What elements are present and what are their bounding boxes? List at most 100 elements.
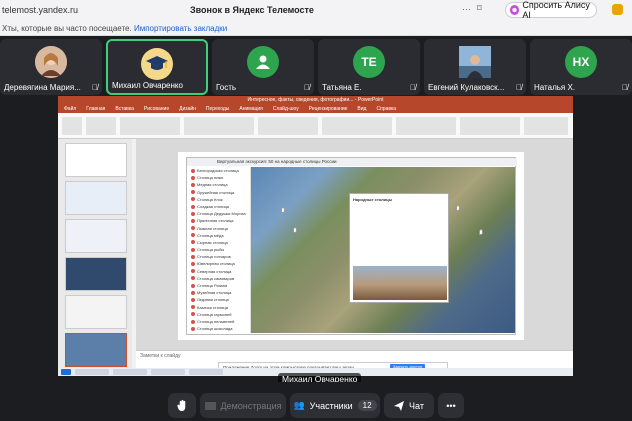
list-item[interactable]: Музейная столица bbox=[189, 289, 250, 296]
participant-name: Евгений Кулаковск... bbox=[428, 83, 505, 92]
photo-avatar-icon bbox=[35, 46, 67, 78]
screen-share-stage: Интересное, факты, сведения, фотографии.… bbox=[0, 96, 632, 386]
ribbon-tab: Анимация bbox=[239, 106, 263, 112]
participants-label: Участники bbox=[309, 400, 353, 411]
mic-off-icon: 🎙̸ bbox=[92, 83, 98, 92]
participant-name: Гость bbox=[216, 83, 237, 92]
ribbon-group bbox=[322, 117, 392, 135]
slide-thumbnail[interactable] bbox=[65, 181, 127, 215]
list-item[interactable]: Столица Дедушки Мороза bbox=[189, 210, 250, 217]
popup-photo bbox=[353, 266, 447, 300]
map-pin-icon[interactable] bbox=[281, 207, 285, 213]
ribbon-group bbox=[86, 117, 116, 135]
list-item[interactable]: Медная столица bbox=[189, 181, 250, 188]
participant-name: Михаил Овчаренко bbox=[112, 81, 183, 90]
current-slide: Виртуальная экскурсия: 50 на народные ст… bbox=[178, 152, 524, 340]
slide-thumbnail[interactable] bbox=[65, 257, 127, 291]
participants-icon: 👥 bbox=[293, 400, 305, 410]
graduation-cap-icon bbox=[146, 56, 168, 70]
list-item[interactable]: Столица шоколада bbox=[189, 325, 250, 332]
avatar bbox=[247, 46, 279, 78]
list-item[interactable]: Северная столица bbox=[189, 268, 250, 275]
raise-hand-button[interactable] bbox=[168, 393, 196, 418]
chat-label: Чат bbox=[409, 400, 424, 411]
taskbar-item[interactable] bbox=[151, 369, 185, 375]
list-item[interactable]: Столица гармоней bbox=[189, 311, 250, 318]
ribbon-group bbox=[524, 117, 568, 135]
list-item[interactable]: Столица ёлок bbox=[189, 196, 250, 203]
demo-label: Демонстрация bbox=[220, 400, 282, 411]
taskbar-item[interactable] bbox=[113, 369, 147, 375]
bookmark-icon[interactable]: ⌑ bbox=[477, 3, 482, 14]
ribbon-tab: Справка bbox=[376, 106, 397, 112]
ribbon-tab: Рецензирование bbox=[308, 106, 348, 112]
call-toolbar: Демонстрация 👥 Участники 12 Чат ••• bbox=[0, 382, 632, 421]
map-pin-icon[interactable] bbox=[293, 227, 297, 233]
slide-thumbnail[interactable] bbox=[65, 219, 127, 253]
start-icon[interactable] bbox=[61, 369, 71, 375]
screen-share-icon bbox=[204, 401, 216, 410]
slide-thumbnail[interactable] bbox=[65, 295, 127, 329]
list-item[interactable]: Оружейная столица bbox=[189, 189, 250, 196]
list-item[interactable]: Столица пельменей bbox=[189, 318, 250, 325]
map-pin-icon[interactable] bbox=[479, 229, 483, 235]
participant-tile[interactable]: Деревягина Мария... 🎙̸ bbox=[0, 39, 102, 95]
list-item[interactable]: Лыжная столица bbox=[189, 225, 250, 232]
mic-off-icon: 🎙̸ bbox=[304, 83, 310, 92]
ribbon-group bbox=[460, 117, 520, 135]
slide-thumbnail-selected[interactable] bbox=[65, 333, 127, 367]
ask-alice-label: Спросить Алису AI bbox=[522, 0, 590, 20]
ribbon-tab: Вид bbox=[357, 106, 367, 112]
import-bookmarks-link[interactable]: Импортировать закладки bbox=[134, 24, 227, 33]
participant-tile[interactable]: ТЕ Татьяна Е. 🎙̸ bbox=[318, 39, 420, 95]
extension-icon[interactable] bbox=[612, 4, 623, 15]
taskbar-item[interactable] bbox=[189, 369, 223, 375]
avatar bbox=[141, 48, 173, 80]
list-item[interactable]: Сладкая столица bbox=[189, 203, 250, 210]
chat-button[interactable]: Чат bbox=[384, 393, 434, 418]
shared-screen[interactable]: Интересное, факты, сведения, фотографии.… bbox=[58, 96, 573, 376]
slide-thumbnails bbox=[58, 139, 132, 368]
list-item[interactable]: Ледовая столица bbox=[189, 296, 250, 303]
list-item[interactable]: Столица мёда bbox=[189, 232, 250, 239]
participants-button[interactable]: 👥 Участники 12 bbox=[290, 393, 380, 418]
avatar: НХ bbox=[565, 46, 597, 78]
bookmarks-bar: Хты, которые вы часто посещаете. Импорти… bbox=[0, 21, 632, 36]
satellite-map[interactable]: Народные столицы bbox=[251, 167, 515, 333]
ribbon-group bbox=[184, 117, 254, 135]
ask-alice-button[interactable]: Спросить Алису AI bbox=[505, 0, 597, 20]
ribbon-group bbox=[396, 117, 456, 135]
list-item[interactable]: Сырная столица bbox=[189, 239, 250, 246]
mic-off-icon: 🎙̸ bbox=[410, 83, 416, 92]
list-item[interactable]: Белгородская столица bbox=[189, 167, 250, 174]
map-pin-icon[interactable] bbox=[456, 205, 460, 211]
list-item[interactable]: Столица рыбы bbox=[189, 246, 250, 253]
list-item[interactable]: Казачья столица bbox=[189, 304, 250, 311]
participant-tile[interactable]: Гость 🎙̸ bbox=[212, 39, 314, 95]
participant-tile-active[interactable]: Михаил Овчаренко bbox=[106, 39, 208, 95]
ribbon-tab: Рисование bbox=[143, 106, 170, 112]
more-options-button[interactable]: ••• bbox=[438, 393, 464, 418]
address-bar[interactable]: telemost.yandex.ru bbox=[2, 5, 78, 15]
participant-tile[interactable]: Евгений Кулаковск... 🎙̸ bbox=[424, 39, 526, 95]
list-item[interactable]: Столица самоваров bbox=[189, 275, 250, 282]
map-window[interactable]: Виртуальная экскурсия: 50 на народные ст… bbox=[186, 157, 517, 335]
participant-name: Деревягина Мария... bbox=[4, 83, 81, 92]
slide-thumbnail[interactable] bbox=[65, 143, 127, 177]
taskbar-item[interactable] bbox=[75, 369, 109, 375]
list-item[interactable]: Ювелирная столица bbox=[189, 260, 250, 267]
browser-icons: ··· ⌑ bbox=[462, 3, 482, 14]
demo-button[interactable]: Демонстрация bbox=[200, 393, 286, 418]
list-item[interactable]: Столица Рязани bbox=[189, 282, 250, 289]
bookmarks-text: Хты, которые вы часто посещаете. Импорти… bbox=[2, 24, 227, 33]
ribbon-tab: Вставка bbox=[115, 106, 134, 112]
person-icon bbox=[256, 55, 270, 69]
more-icon: ••• bbox=[446, 400, 456, 411]
list-item[interactable]: Столица гончаров bbox=[189, 253, 250, 260]
participant-name: Наталья Х. bbox=[534, 83, 576, 92]
more-icon[interactable]: ··· bbox=[462, 4, 471, 14]
list-item[interactable]: Столица нижн bbox=[189, 174, 250, 181]
participant-tile[interactable]: НХ Наталья Х. 🎙̸ bbox=[530, 39, 632, 95]
popup-title: Народные столицы bbox=[353, 197, 393, 202]
list-item[interactable]: Пряничная столица bbox=[189, 217, 250, 224]
